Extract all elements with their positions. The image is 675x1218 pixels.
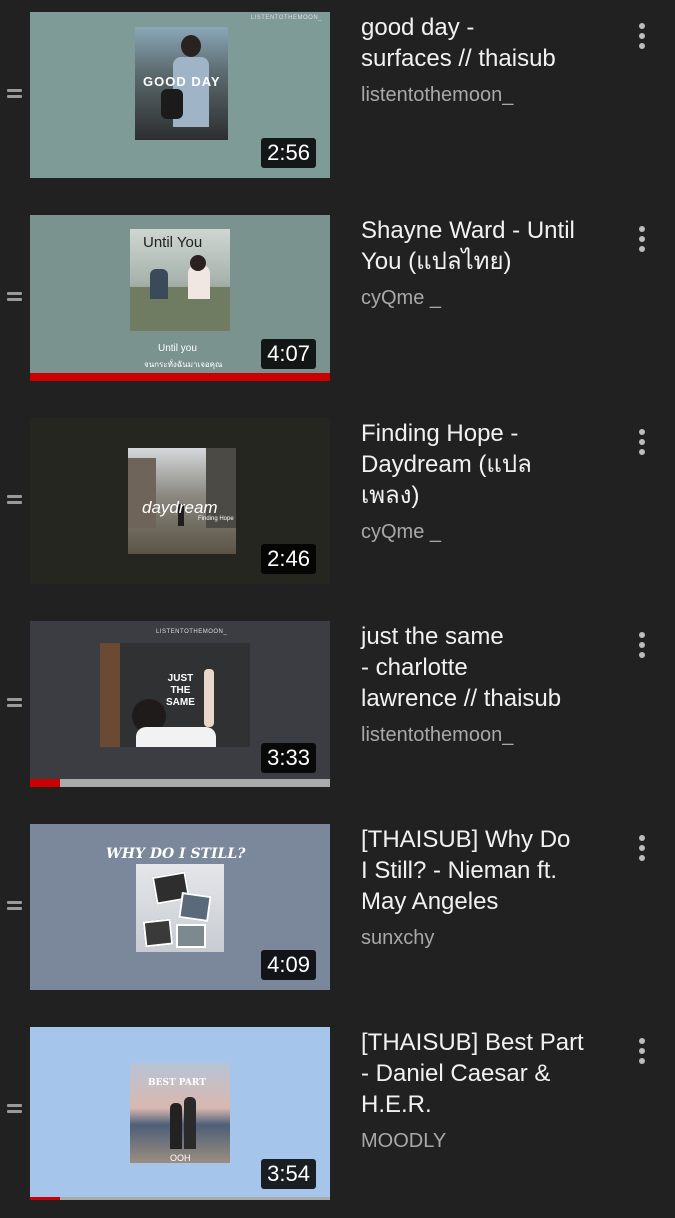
- video-thumbnail[interactable]: daydream Finding Hope 2:46: [30, 418, 330, 584]
- duration-badge: 4:09: [261, 950, 316, 980]
- thumbnail-title-text: BEST PART: [148, 1078, 206, 1088]
- more-vert-icon[interactable]: [636, 835, 648, 863]
- more-vert-icon[interactable]: [636, 23, 648, 51]
- playlist-item[interactable]: LISTENTOTHEMOON_ JUST THE SAME 3:33 just…: [0, 609, 675, 812]
- video-thumbnail[interactable]: WHY DO I STILL? 4:09: [30, 824, 330, 990]
- watch-progress-track: [30, 779, 330, 787]
- more-vert-icon[interactable]: [636, 429, 648, 457]
- channel-name[interactable]: cyQme _: [361, 287, 441, 310]
- channel-name[interactable]: sunxchy: [361, 927, 434, 950]
- drag-handle-icon[interactable]: [7, 1104, 22, 1114]
- channel-watermark: LISTENTOTHEMOON_: [250, 15, 322, 21]
- video-thumbnail[interactable]: LISTENTOTHEMOON_ GOOD DAY 2:56: [30, 12, 330, 178]
- thumbnail-caption: Until you: [158, 343, 197, 354]
- video-thumbnail[interactable]: BEST PART OOH 3:54: [30, 1027, 330, 1200]
- playlist-item[interactable]: Until You Until you จนกระทั่งฉันมาเจอคุณ…: [0, 203, 675, 406]
- more-vert-icon[interactable]: [636, 632, 648, 660]
- drag-handle-icon[interactable]: [7, 89, 22, 99]
- playlist-item[interactable]: BEST PART OOH 3:54 [THAISUB] Best Part -…: [0, 1015, 675, 1218]
- video-title[interactable]: [THAISUB] Best Part - Daniel Caesar & H.…: [361, 1027, 611, 1120]
- video-title[interactable]: good day - surfaces // thaisub: [361, 12, 611, 74]
- thumbnail-caption-thai: จนกระทั่งฉันมาเจอคุณ: [144, 360, 223, 369]
- channel-name[interactable]: listentothemoon_: [361, 724, 513, 747]
- drag-handle-icon[interactable]: [7, 292, 22, 302]
- more-vert-icon[interactable]: [636, 1038, 648, 1066]
- duration-badge: 4:07: [261, 339, 316, 369]
- duration-badge: 2:46: [261, 544, 316, 574]
- drag-handle-icon[interactable]: [7, 495, 22, 505]
- thumbnail-caption: OOH: [170, 1153, 191, 1163]
- thumbnail-title-text: WHY DO I STILL?: [106, 846, 246, 862]
- more-vert-icon[interactable]: [636, 226, 648, 254]
- watch-progress-bar: [30, 779, 60, 787]
- drag-handle-icon[interactable]: [7, 698, 22, 708]
- playlist-item[interactable]: LISTENTOTHEMOON_ GOOD DAY 2:56 good day …: [0, 0, 675, 203]
- channel-name[interactable]: cyQme _: [361, 521, 441, 544]
- video-thumbnail[interactable]: LISTENTOTHEMOON_ JUST THE SAME 3:33: [30, 621, 330, 787]
- duration-badge: 2:56: [261, 138, 316, 168]
- thumbnail-title-text: JUST THE SAME: [166, 673, 195, 708]
- playlist-item[interactable]: WHY DO I STILL? 4:09 [THAISUB] Why Do I …: [0, 812, 675, 1015]
- watch-progress-bar: [30, 373, 330, 381]
- video-thumbnail[interactable]: Until You Until you จนกระทั่งฉันมาเจอคุณ…: [30, 215, 330, 381]
- duration-badge: 3:54: [261, 1159, 316, 1189]
- video-title[interactable]: [THAISUB] Why Do I Still? - Nieman ft. M…: [361, 824, 611, 917]
- thumbnail-subtitle: Finding Hope: [198, 516, 234, 522]
- duration-badge: 3:33: [261, 743, 316, 773]
- thumbnail-artwork: [136, 864, 224, 952]
- playlist-item[interactable]: daydream Finding Hope 2:46 Finding Hope …: [0, 406, 675, 609]
- thumbnail-title-text: Until You: [143, 234, 203, 251]
- drag-handle-icon[interactable]: [7, 901, 22, 911]
- video-title[interactable]: Finding Hope - Daydream (แปล เพลง): [361, 418, 611, 511]
- channel-name[interactable]: MOODLY: [361, 1130, 446, 1153]
- channel-watermark: LISTENTOTHEMOON_: [156, 629, 228, 635]
- video-title[interactable]: just the same - charlotte lawrence // th…: [361, 621, 611, 714]
- channel-name[interactable]: listentothemoon_: [361, 84, 513, 107]
- thumbnail-title-text: daydream: [142, 498, 218, 517]
- video-title[interactable]: Shayne Ward - Until You (แปลไทย): [361, 215, 611, 277]
- thumbnail-title-text: GOOD DAY: [143, 74, 221, 89]
